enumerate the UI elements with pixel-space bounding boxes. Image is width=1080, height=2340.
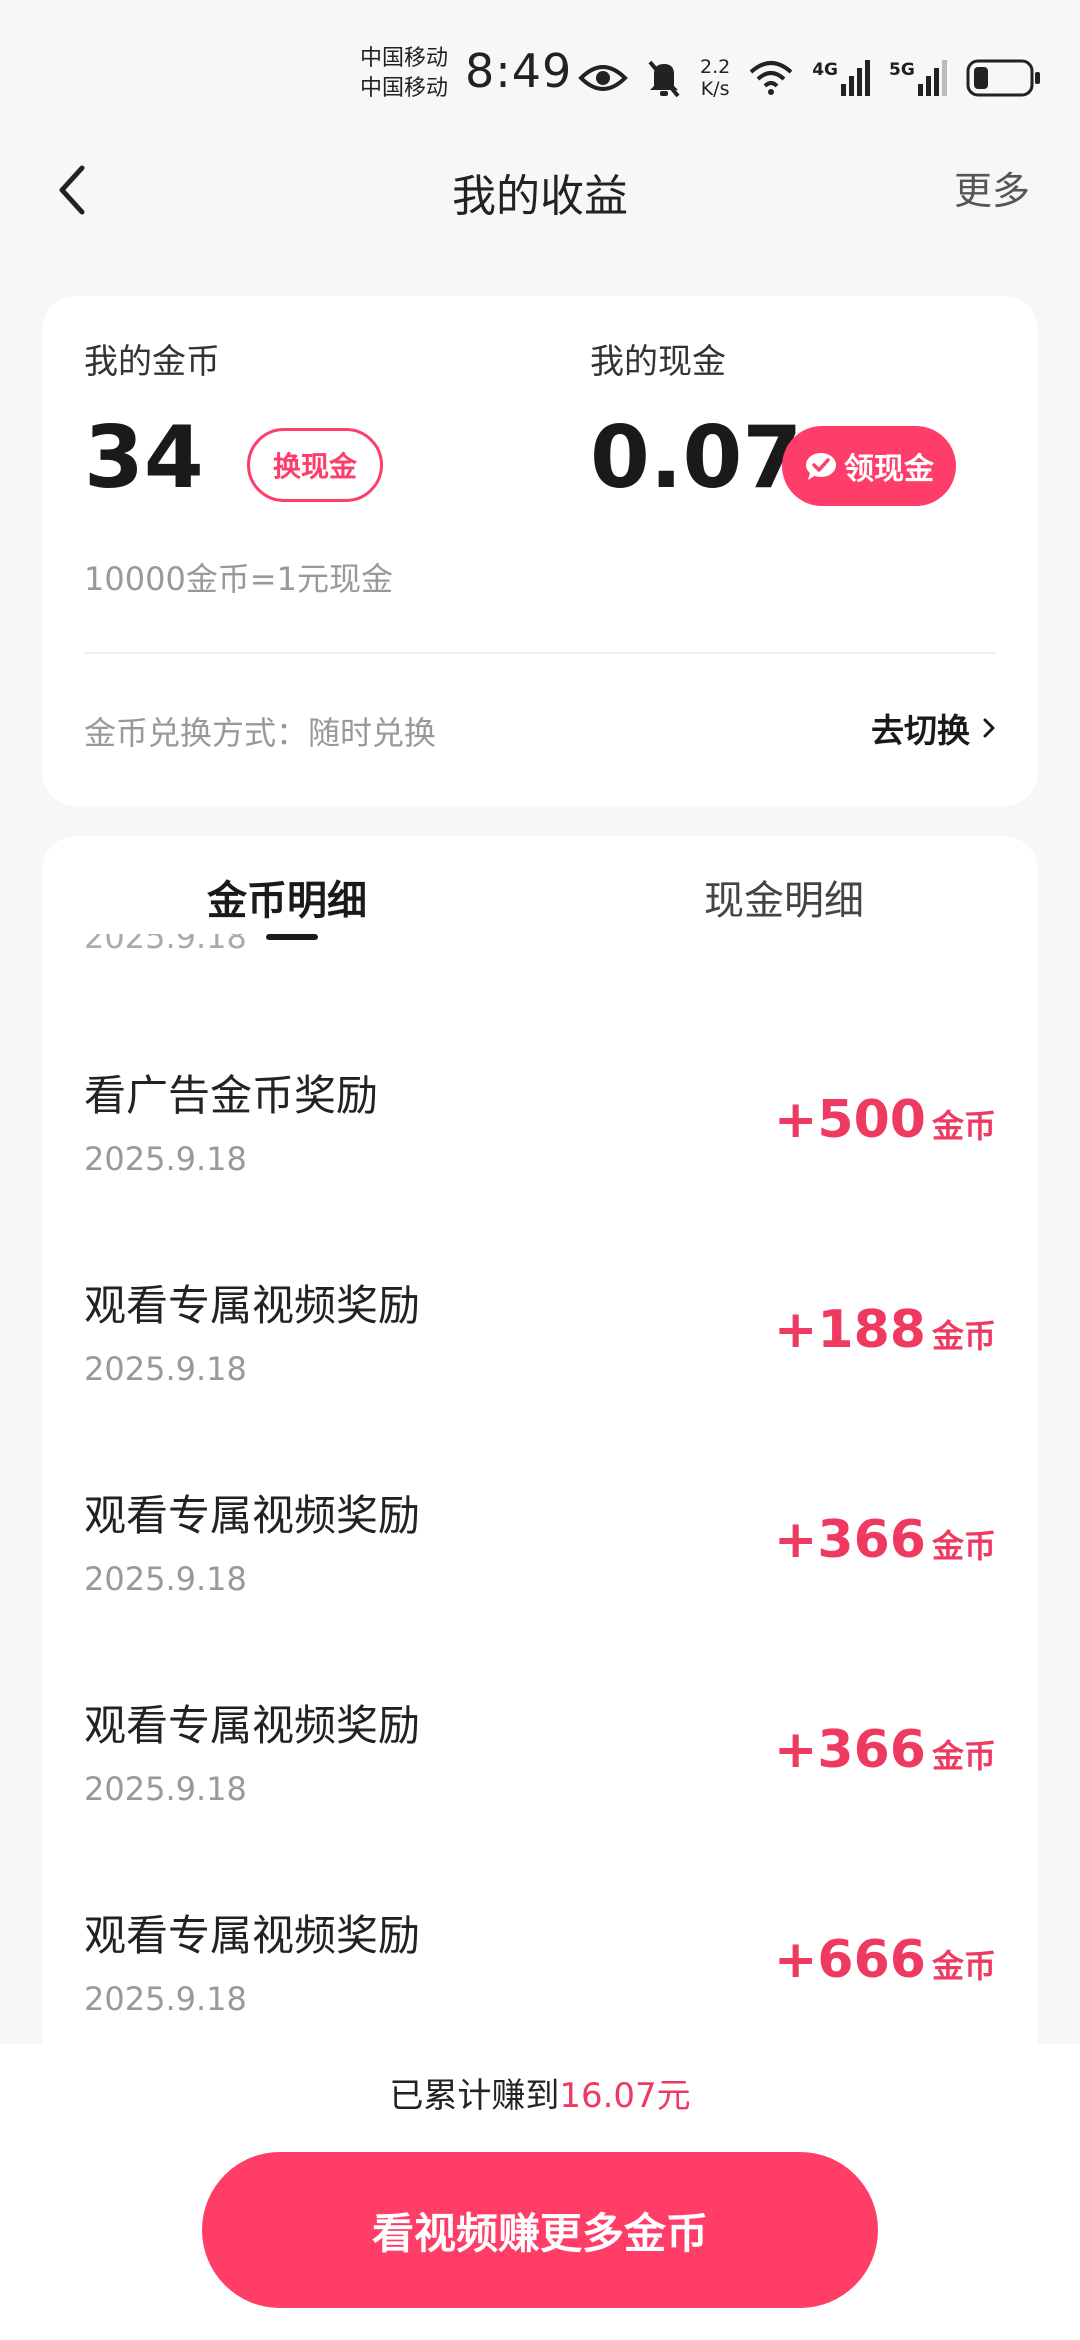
divider	[84, 652, 996, 654]
active-tab-indicator	[266, 934, 318, 940]
watch-video-button[interactable]: 看视频赚更多金币	[202, 2152, 878, 2308]
record-date: 2025.9.18	[84, 1560, 247, 1598]
status-time: 8:49	[465, 44, 573, 98]
record-amount-value: +366	[773, 1510, 926, 1570]
status-icons: 2.2 K/s 4G 5G	[578, 50, 1042, 106]
earnings-summary-card: 我的金币 34 换现金 我的现金 0.07 领现金 10000金币=1元现金 金…	[42, 296, 1038, 806]
claim-cash-label: 领现金	[844, 452, 934, 487]
cash-label: 我的现金	[590, 342, 726, 382]
record-title: 观看专属视频奖励	[84, 1911, 421, 1960]
record-amount: +500 金币	[774, 1090, 996, 1150]
record-amount: +366 金币	[774, 1510, 996, 1570]
record-title: 观看专属视频奖励	[84, 1281, 421, 1330]
total-earned-value: 16.07元	[559, 2076, 691, 2116]
record-date: 2025.9.18	[84, 1980, 247, 2018]
tab-coin-detail[interactable]: 金币明细	[207, 868, 367, 926]
battery-icon	[966, 59, 1042, 97]
record-amount-value: +500	[773, 1090, 926, 1150]
tab-cash-detail[interactable]: 现金明细	[704, 868, 864, 926]
signal-4g-icon: 4G	[812, 60, 871, 96]
record-date: 2025.9.18	[84, 1770, 247, 1808]
record-amount-value: +666	[773, 1930, 926, 1990]
list-item[interactable]: 观看专属视频奖励 2025.9.18 +366 金币	[42, 1680, 1038, 1890]
chevron-right-icon	[983, 718, 995, 738]
claim-cash-button[interactable]: 领现金	[782, 426, 956, 506]
status-bar: 中国移动 中国移动 8:49 2.2 K/s 4G 5G	[0, 0, 1080, 150]
record-title: 观看专属视频奖励	[84, 1701, 421, 1750]
net-speed-value: 2.2	[700, 56, 731, 78]
wifi-icon	[748, 60, 794, 96]
record-amount-unit: 金币	[931, 1317, 996, 1355]
record-title: 看广告金币奖励	[84, 1071, 379, 1120]
net-speed: 2.2 K/s	[700, 56, 730, 100]
record-amount-value: +188	[773, 1300, 926, 1360]
net-type-1: 4G	[812, 60, 839, 80]
total-earned-prefix: 已累计赚到	[389, 2076, 560, 2116]
bottom-bar: 已累计赚到16.07元 看视频赚更多金币	[0, 2044, 1080, 2340]
bell-muted-icon	[646, 58, 682, 98]
record-title: 观看专属视频奖励	[84, 1491, 421, 1540]
exchange-method-text: 金币兑换方式：随时兑换	[84, 714, 437, 752]
record-amount: +666 金币	[774, 1930, 996, 1990]
signal-5g-icon: 5G	[889, 60, 948, 96]
list-item[interactable]: 观看专属视频奖励 2025.9.18 +666 金币	[42, 1890, 1038, 2066]
record-amount-unit: 金币	[931, 1737, 996, 1775]
carrier-names: 中国移动 中国移动	[360, 44, 448, 104]
net-speed-unit: K/s	[700, 78, 730, 100]
net-type-2: 5G	[889, 60, 915, 80]
detail-list-card: 金币明细 现金明细 2025.9.18 看广告金币奖励 2025.9.18 +5…	[42, 836, 1038, 2066]
switch-method-link[interactable]: 去切换	[871, 704, 996, 752]
wechat-icon	[806, 453, 836, 480]
list-item[interactable]: 看广告金币奖励 2025.9.18 +500 金币	[42, 1050, 1038, 1260]
carrier-2: 中国移动	[360, 76, 449, 101]
coins-label: 我的金币	[84, 342, 220, 382]
record-amount-unit: 金币	[931, 1527, 996, 1565]
record-date: 2025.9.18	[84, 1350, 247, 1388]
coins-value: 34	[84, 408, 204, 508]
record-amount-unit: 金币	[931, 1947, 996, 1985]
list-item[interactable]: 观看专属视频奖励 2025.9.18 +366 金币	[42, 1470, 1038, 1680]
exchange-rate-text: 10000金币=1元现金	[84, 560, 393, 598]
carrier-1: 中国移动	[360, 46, 449, 71]
switch-method-label: 去切换	[871, 711, 970, 750]
record-date: 2025.9.18	[84, 1140, 247, 1178]
record-amount: +366 金币	[774, 1720, 996, 1780]
eye-icon	[578, 61, 628, 95]
record-amount-value: +366	[773, 1720, 926, 1780]
record-amount-unit: 金币	[931, 1107, 996, 1145]
list-item[interactable]: 观看专属视频奖励 2025.9.18 +188 金币	[42, 1260, 1038, 1470]
page-title: 我的收益	[452, 171, 628, 222]
record-amount: +188 金币	[774, 1300, 996, 1360]
cash-value: 0.07	[590, 408, 803, 508]
partial-list-item-date: 2025.9.18	[84, 934, 247, 956]
exchange-cash-button[interactable]: 换现金	[247, 428, 383, 502]
total-earned-text: 已累计赚到16.07元	[0, 2068, 1080, 2117]
more-button[interactable]: 更多	[954, 160, 1030, 215]
